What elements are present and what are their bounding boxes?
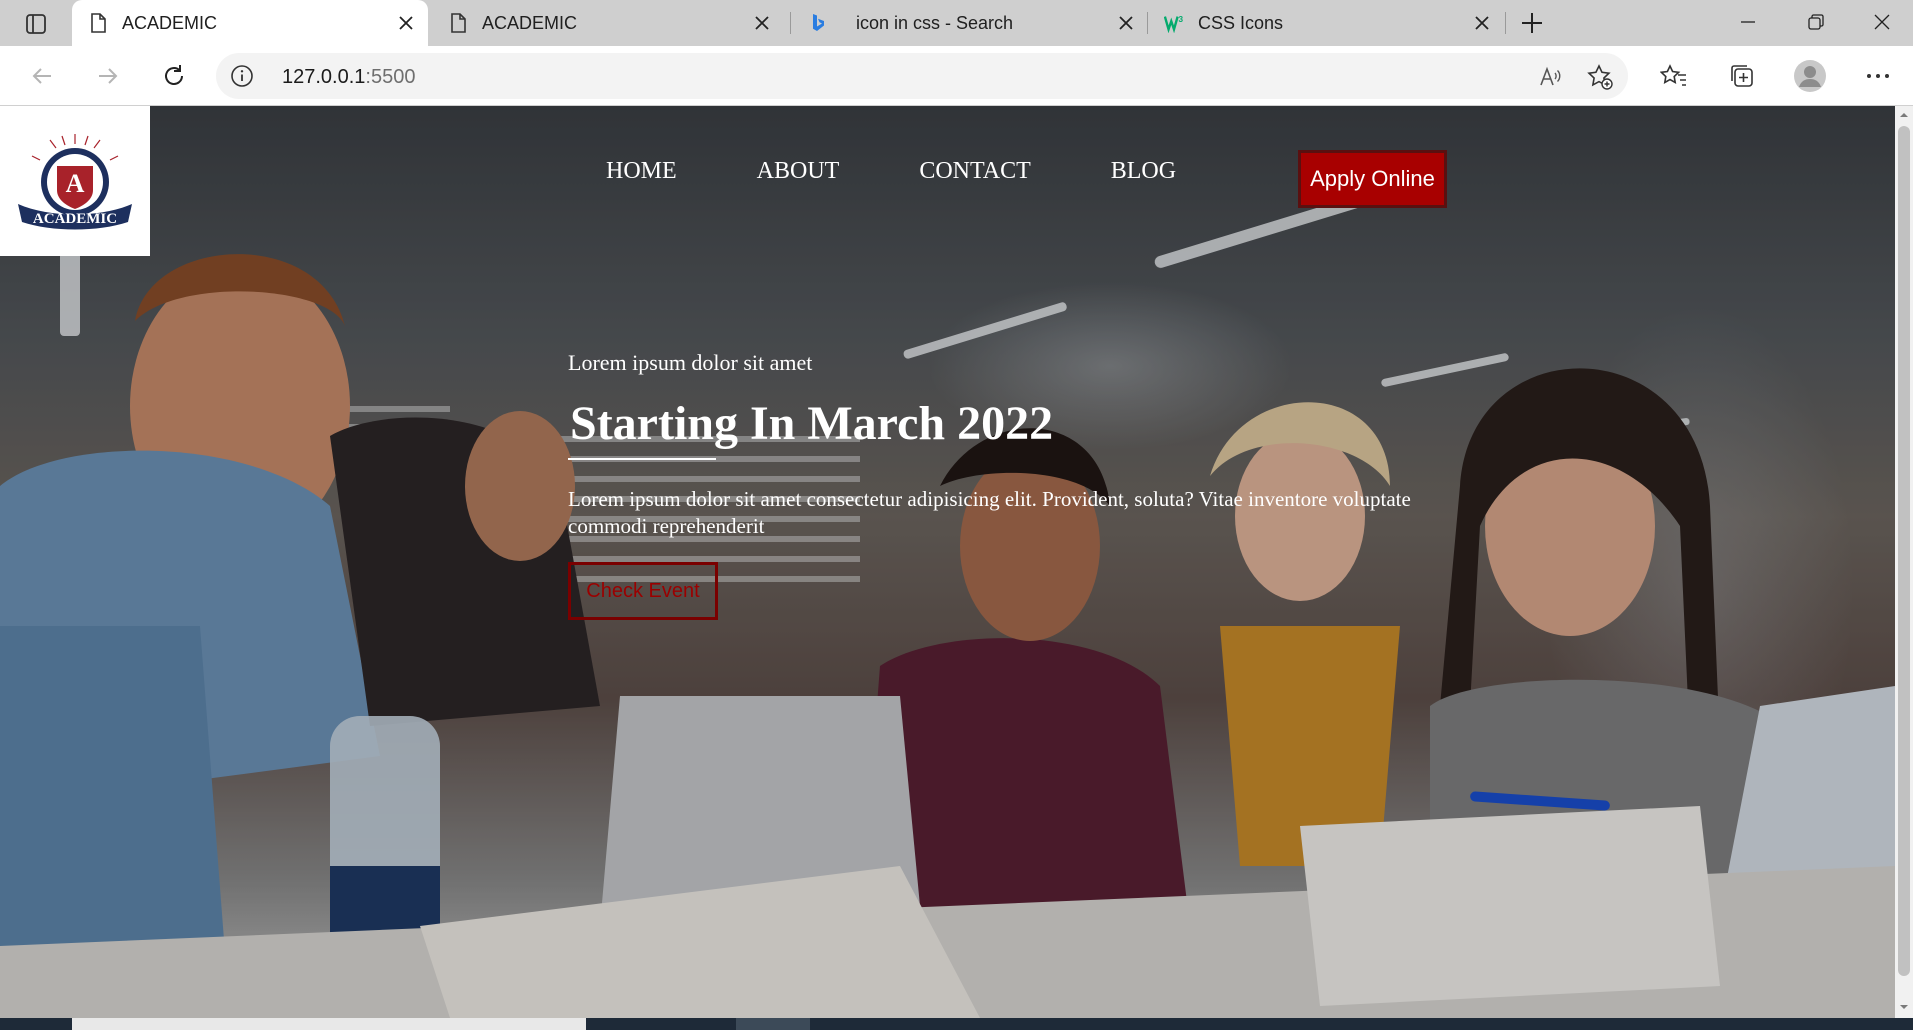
- more-icon: [1867, 74, 1889, 78]
- page-viewport: A ACADEMIC HOME ABOUT CONTACT BLOG Apply…: [0, 106, 1895, 1018]
- url-host: 127.0.0.1: [282, 66, 366, 88]
- page-icon: [88, 13, 108, 33]
- close-icon[interactable]: [392, 9, 420, 37]
- close-icon[interactable]: [748, 9, 776, 37]
- close-window-button[interactable]: [1850, 0, 1913, 44]
- page-icon: [448, 13, 468, 33]
- tab-title: CSS Icons: [1198, 12, 1284, 33]
- browser-toolbar: 127.0.0.1:5500: [0, 46, 1913, 106]
- forward-button[interactable]: [88, 58, 128, 94]
- settings-menu-button[interactable]: [1858, 58, 1898, 94]
- address-bar[interactable]: 127.0.0.1:5500: [216, 53, 1628, 99]
- close-icon[interactable]: [1468, 9, 1496, 37]
- nav-home[interactable]: HOME: [606, 158, 677, 185]
- tab-css-icons[interactable]: 3 CSS Icons: [1148, 0, 1504, 46]
- main-nav: HOME ABOUT CONTACT BLOG: [606, 158, 1256, 185]
- refresh-button[interactable]: [154, 58, 194, 94]
- hero-title: Starting In March 2022: [570, 397, 1054, 450]
- add-favorite-icon[interactable]: [1586, 63, 1614, 91]
- w3schools-icon: 3: [1164, 13, 1184, 33]
- info-icon[interactable]: [230, 64, 254, 88]
- minimize-icon: [1741, 21, 1755, 23]
- refresh-icon: [165, 65, 183, 85]
- restore-icon: [1808, 14, 1824, 30]
- scroll-up-icon[interactable]: [1899, 110, 1909, 120]
- vertical-scrollbar[interactable]: [1895, 106, 1913, 1018]
- tab-title: icon in css - Search: [856, 12, 1014, 33]
- tab-title: ACADEMIC: [122, 12, 218, 33]
- tab-actions-button[interactable]: [14, 10, 58, 38]
- taskbar-item[interactable]: [72, 1018, 586, 1030]
- os-taskbar: [0, 1018, 1913, 1030]
- hero-overlay: [0, 106, 1895, 1018]
- minimize-button[interactable]: [1714, 0, 1782, 44]
- plus-icon: [1522, 13, 1542, 33]
- tab-separator: [1505, 12, 1506, 34]
- bing-icon: [808, 13, 828, 33]
- academic-logo-icon: A ACADEMIC: [18, 134, 132, 230]
- apply-online-button[interactable]: Apply Online: [1298, 150, 1447, 208]
- nav-about[interactable]: ABOUT: [757, 158, 840, 185]
- url-text: 127.0.0.1:5500: [282, 66, 415, 89]
- close-icon: [1874, 14, 1889, 30]
- check-event-button[interactable]: Check Event: [568, 562, 718, 620]
- nav-contact[interactable]: CONTACT: [919, 158, 1030, 185]
- svg-text:A: A: [66, 169, 85, 198]
- tab-search[interactable]: icon in css - Search: [792, 0, 1148, 46]
- restore-button[interactable]: [1782, 0, 1850, 44]
- site-logo[interactable]: A ACADEMIC: [0, 106, 150, 256]
- tab-strip: ACADEMIC ACADEMIC icon in css - Search 3…: [0, 0, 1913, 46]
- scrollbar-thumb[interactable]: [1898, 126, 1910, 976]
- svg-text:3: 3: [1179, 15, 1184, 24]
- tab-actions-icon: [26, 14, 46, 34]
- read-aloud-icon[interactable]: [1536, 63, 1564, 91]
- back-arrow-icon: [32, 68, 51, 84]
- tab-separator: [790, 12, 791, 34]
- scroll-down-icon[interactable]: [1899, 1002, 1909, 1012]
- collections-icon: [1731, 65, 1753, 87]
- hero-subtitle: Lorem ipsum dolor sit amet: [568, 350, 813, 375]
- tab-academic-1[interactable]: ACADEMIC: [72, 0, 428, 46]
- nav-blog[interactable]: BLOG: [1111, 158, 1176, 185]
- close-icon[interactable]: [1112, 9, 1140, 37]
- hero-title-underline: [568, 458, 716, 460]
- url-port: :5500: [365, 66, 416, 88]
- logo-text: ACADEMIC: [33, 211, 117, 227]
- favorites-button[interactable]: [1654, 58, 1694, 94]
- avatar-icon: [1794, 60, 1826, 92]
- favorites-icon: [1660, 64, 1686, 86]
- tab-academic-2[interactable]: ACADEMIC: [432, 0, 784, 46]
- tab-title: ACADEMIC: [482, 12, 578, 33]
- taskbar-item[interactable]: [736, 1018, 810, 1030]
- hero-description: Lorem ipsum dolor sit amet consectetur a…: [568, 487, 1411, 538]
- back-button[interactable]: [22, 58, 62, 94]
- profile-button[interactable]: [1790, 58, 1830, 94]
- forward-arrow-icon: [99, 68, 118, 84]
- collections-button[interactable]: [1722, 58, 1762, 94]
- new-tab-button[interactable]: [1514, 8, 1550, 38]
